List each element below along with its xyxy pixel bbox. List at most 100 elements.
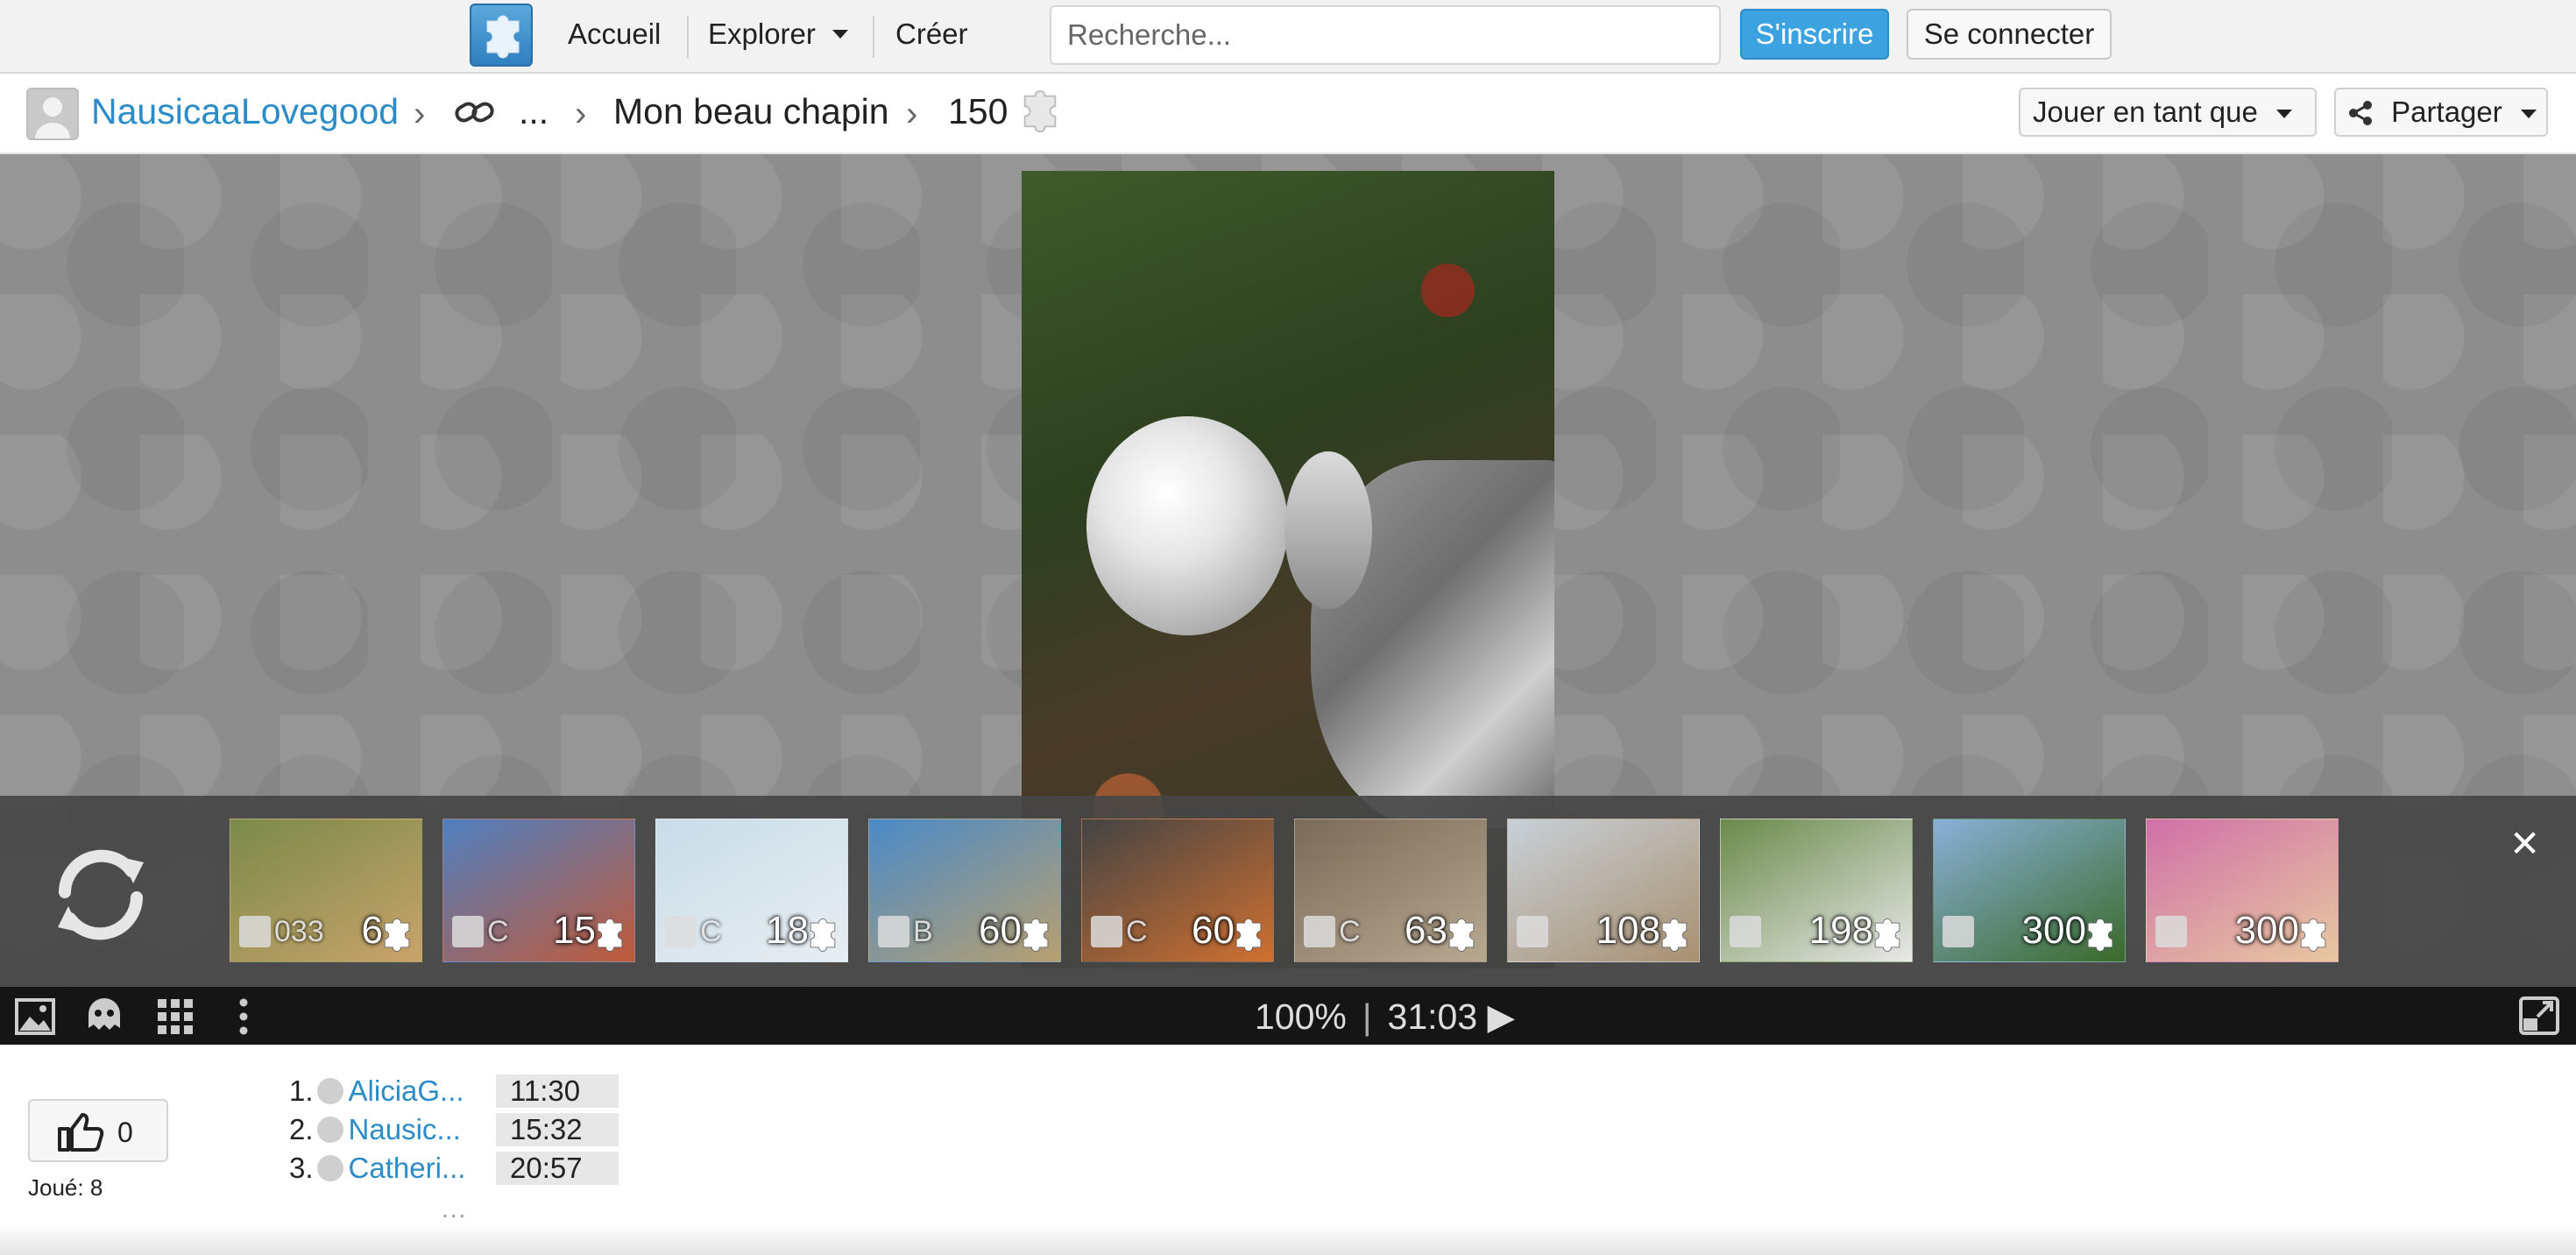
breadcrumb-user-link[interactable]: NausicaaLovegood — [91, 91, 399, 132]
chevron-right-icon: › — [414, 95, 426, 133]
uploader-avatar — [1730, 916, 1761, 947]
leaderboard-rank: 1. — [289, 1074, 314, 1107]
leaderboard-time: 20:57 — [496, 1152, 619, 1185]
uploader-avatar — [452, 916, 484, 947]
leaderboard-more[interactable]: ... — [442, 1195, 467, 1223]
avatar — [316, 1117, 343, 1143]
uploader-avatar — [1943, 916, 1974, 947]
thumbnail-piece-count: 15 — [553, 909, 596, 952]
thumbnail-overlay-text: B — [913, 915, 933, 948]
signin-button[interactable]: Se connecter — [1907, 9, 2112, 60]
suggested-puzzle-thumbnail[interactable]: C 63 — [1294, 819, 1487, 962]
chevron-right-icon: › — [906, 95, 918, 133]
thumbnail-piece-count: 18 — [766, 909, 809, 952]
uploader-avatar — [665, 916, 697, 947]
timer[interactable]: 31:03 ▶ — [1388, 996, 1516, 1037]
caret-down-icon — [2520, 110, 2537, 118]
thumbnail-overlay-text: C — [700, 915, 722, 948]
caret-down-icon — [2276, 110, 2293, 118]
paw-shape — [1284, 451, 1372, 609]
avatar[interactable] — [26, 88, 79, 140]
uploader-avatar — [2155, 916, 2187, 947]
suggested-puzzle-thumbnail[interactable]: 108 — [1507, 819, 1700, 962]
image-icon[interactable] — [14, 997, 56, 1040]
leaderboard-rank: 2. — [289, 1113, 314, 1145]
nav-explore-link[interactable]: Explorer — [708, 18, 850, 51]
nav-divider — [873, 16, 874, 58]
leaderboard-user-link[interactable]: Catheri... — [349, 1152, 466, 1184]
play-as-dropdown[interactable]: Jouer en tant que — [2019, 88, 2317, 137]
zoom-level[interactable]: 100% — [1255, 996, 1347, 1037]
played-count: Joué: 8 — [28, 1174, 103, 1201]
status-divider: | — [1362, 996, 1372, 1037]
suggested-puzzle-thumbnail[interactable]: C 60 — [1081, 819, 1274, 962]
puzzle-piece-icon — [1231, 918, 1266, 953]
like-button[interactable]: 0 — [28, 1099, 168, 1162]
nav-explore-label: Explorer — [708, 18, 816, 50]
grid-icon[interactable] — [156, 997, 195, 1040]
thumbnail-piece-count: 60 — [1192, 909, 1235, 952]
breadcrumb-piece-count: 150 — [948, 91, 1008, 131]
leaderboard-user-link[interactable]: Nausic... — [349, 1113, 461, 1145]
share-dropdown[interactable]: Partager — [2334, 88, 2548, 137]
uploader-avatar — [1091, 916, 1122, 947]
suggestions-strip: 033 6 C 15 C 18 B 60 C 60 C 63 108 198 300 300 ✕ — [0, 796, 2576, 987]
puzzle-piece-icon — [1444, 918, 1479, 953]
puzzle-piece-icon — [1657, 918, 1692, 953]
breadcrumb-ellipsis[interactable]: ... — [519, 91, 548, 132]
suggested-puzzle-thumbnail[interactable]: 300 — [2146, 819, 2339, 962]
leaderboard-time: 11:30 — [496, 1074, 619, 1108]
puzzle-piece-icon — [805, 918, 840, 953]
puzzle-logo-icon[interactable] — [470, 4, 533, 67]
leaderboard-row: 2. Nausic... 15:32 — [289, 1113, 619, 1150]
caret-down-icon — [832, 30, 849, 39]
more-vertical-icon[interactable] — [238, 997, 249, 1040]
leaderboard-row: 1. AliciaG... 11:30 — [289, 1074, 619, 1111]
thumbnail-piece-count: 198 — [1808, 909, 1873, 952]
suggested-puzzle-thumbnail[interactable]: 033 6 — [230, 819, 422, 962]
like-count: 0 — [117, 1117, 133, 1148]
page-fade — [0, 1223, 2576, 1255]
leaderboard-row: 3. Catheri... 20:57 — [289, 1152, 619, 1188]
avatar — [316, 1155, 343, 1181]
link-icon[interactable] — [454, 95, 496, 138]
thumbnail-overlay-text: C — [487, 915, 509, 948]
suggested-puzzle-thumbnail[interactable]: C 18 — [655, 819, 848, 962]
suggested-puzzle-thumbnail[interactable]: 198 — [1720, 819, 1913, 962]
puzzle-status: 100% | 31:03 ▶ — [1255, 996, 1515, 1038]
thumbnail-piece-count: 108 — [1596, 909, 1660, 952]
puzzle-piece-icon — [1870, 918, 1905, 953]
nav-home-link[interactable]: Accueil — [568, 18, 661, 51]
thumbnail-overlay-text: C — [1339, 915, 1361, 948]
close-icon[interactable]: ✕ — [2509, 822, 2540, 865]
play-as-label: Jouer en tant que — [2033, 96, 2258, 128]
puzzle-piece-icon — [2083, 918, 2118, 953]
suggested-puzzle-thumbnail[interactable]: C 15 — [442, 819, 635, 962]
top-navigation-bar: Accueil Explorer Créer S'inscrire Se con… — [0, 0, 2576, 74]
puzzle-toolbar: 100% | 31:03 ▶ — [0, 987, 2576, 1045]
search-input[interactable] — [1050, 5, 1721, 65]
uploader-avatar — [1517, 916, 1548, 947]
thumbnail-overlay-text: 033 — [274, 915, 324, 948]
thumbs-up-icon — [58, 1113, 104, 1152]
ghost-icon[interactable] — [84, 996, 124, 1042]
puzzle-piece-icon — [592, 918, 627, 953]
puzzle-piece-icon — [1018, 918, 1053, 953]
thumbnail-piece-count: 300 — [2234, 909, 2299, 952]
breadcrumb-album[interactable]: Mon beau chapin — [613, 91, 889, 132]
uploader-avatar — [239, 916, 271, 947]
suggested-puzzle-thumbnail[interactable]: B 60 — [868, 819, 1061, 962]
leaderboard-user-link[interactable]: AliciaG... — [349, 1074, 464, 1107]
thumbnail-piece-count: 63 — [1405, 909, 1447, 952]
uploader-avatar — [878, 916, 909, 947]
ornament-shape — [1086, 416, 1288, 635]
fullscreen-icon[interactable] — [2518, 996, 2560, 1040]
signup-button[interactable]: S'inscrire — [1740, 9, 1889, 60]
suggested-puzzle-thumbnail[interactable]: 300 — [1933, 819, 2126, 962]
puzzle-piece-icon — [1018, 89, 1062, 138]
nav-create-link[interactable]: Créer — [895, 18, 968, 51]
breadcrumb: NausicaaLovegood › ... › Mon beau chapin… — [0, 75, 2576, 154]
uploader-avatar — [1304, 916, 1335, 947]
leaderboard-rank: 3. — [289, 1152, 314, 1184]
refresh-icon[interactable] — [46, 840, 156, 954]
